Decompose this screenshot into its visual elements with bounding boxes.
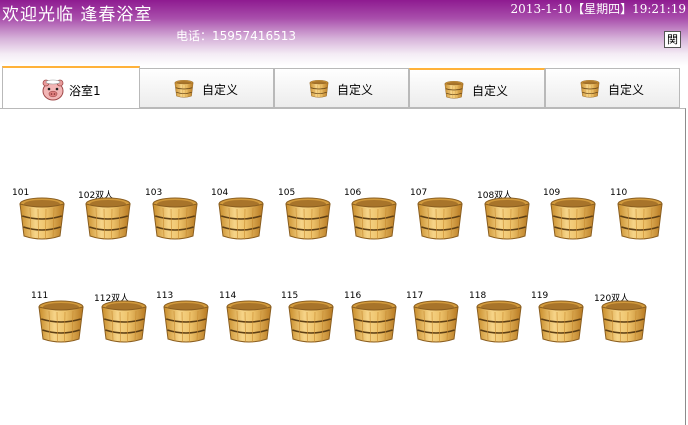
bucket-icon [616, 196, 664, 242]
room-grid-panel: 101 102双人 103 104 105 106 107 108双人 109 … [0, 108, 686, 425]
bucket-icon [416, 196, 464, 242]
phone-number: 电话：15957416513 [176, 29, 296, 43]
room-115[interactable]: 115 [281, 291, 335, 353]
bucket-icon [309, 79, 329, 99]
tab-bathroom-1[interactable]: 浴室1 [2, 66, 140, 110]
bucket-icon [444, 80, 464, 100]
datetime-display: 2013-1-10【星期四】19:21:19 [510, 2, 686, 16]
bucket-icon [537, 299, 585, 345]
bucket-icon [174, 79, 194, 99]
room-117[interactable]: 117 [406, 291, 460, 353]
bucket-icon [225, 299, 273, 345]
bucket-icon [100, 299, 148, 345]
room-107[interactable]: 107 [410, 188, 464, 250]
bucket-icon [483, 196, 531, 242]
close-button[interactable]: 関 [664, 31, 681, 48]
bucket-icon [18, 196, 66, 242]
bucket-icon [287, 299, 335, 345]
tab-custom-2[interactable]: 自定义 [274, 68, 409, 108]
room-109[interactable]: 109 [543, 188, 597, 250]
tab-label: 自定义 [202, 83, 239, 97]
bucket-icon [350, 299, 398, 345]
welcome-title: 欢迎光临 逢春浴室 [2, 5, 153, 25]
room-101[interactable]: 101 [12, 188, 66, 250]
tab-custom-4[interactable]: 自定义 [545, 68, 680, 108]
room-103[interactable]: 103 [145, 188, 199, 250]
room-105[interactable]: 105 [278, 188, 332, 250]
bucket-icon [151, 196, 199, 242]
room-120[interactable]: 120双人 [594, 293, 648, 353]
bucket-icon [350, 196, 398, 242]
bucket-icon [37, 299, 85, 345]
bucket-icon [284, 196, 332, 242]
tab-label: 自定义 [472, 84, 509, 98]
bucket-icon [475, 299, 523, 345]
room-110[interactable]: 110 [610, 188, 664, 250]
tab-custom-1[interactable]: 自定义 [139, 68, 274, 108]
piggy-icon [41, 78, 65, 102]
room-106[interactable]: 106 [344, 188, 398, 250]
room-108[interactable]: 108双人 [477, 190, 531, 250]
tab-label: 浴室1 [69, 84, 101, 98]
bucket-icon [84, 196, 132, 242]
tab-label: 自定义 [608, 83, 645, 97]
bucket-icon [162, 299, 210, 345]
tab-custom-3[interactable]: 自定义 [409, 68, 545, 108]
room-113[interactable]: 113 [156, 291, 210, 353]
room-tabs: 浴室1 自定义 自定义 自定义 自定义 [0, 66, 688, 110]
bucket-icon [580, 79, 600, 99]
room-104[interactable]: 104 [211, 188, 265, 250]
bucket-icon [412, 299, 460, 345]
room-118[interactable]: 118 [469, 291, 523, 353]
app-header: 欢迎光临 逢春浴室 2013-1-10【星期四】19:21:19 电话：1595… [0, 0, 688, 66]
room-102[interactable]: 102双人 [78, 190, 132, 250]
room-111[interactable]: 111 [31, 291, 85, 353]
room-114[interactable]: 114 [219, 291, 273, 353]
bucket-icon [217, 196, 265, 242]
room-116[interactable]: 116 [344, 291, 398, 353]
tab-label: 自定义 [337, 83, 374, 97]
room-119[interactable]: 119 [531, 291, 585, 353]
bucket-icon [600, 299, 648, 345]
room-112[interactable]: 112双人 [94, 293, 148, 353]
bucket-icon [549, 196, 597, 242]
